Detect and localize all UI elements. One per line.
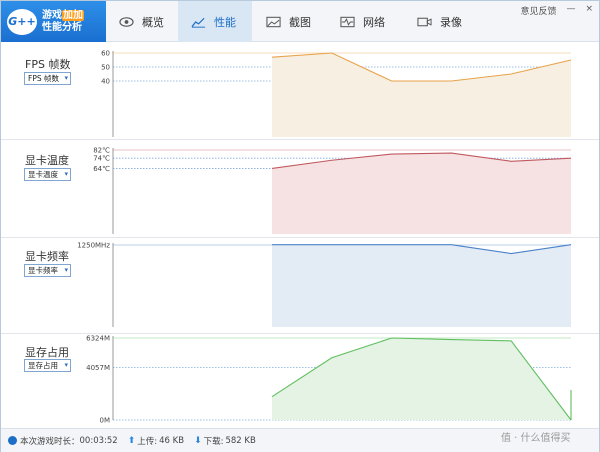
y-tick-label-3-0: 1250MHz [77,242,110,250]
area-fill-2 [272,153,571,234]
area-fill-3 [272,244,571,327]
y-tick-label-4-2: 0M [100,417,111,425]
session-time: 00:03:52 [79,435,118,446]
clock-icon [8,436,17,445]
y-tick-label-4-1: 4057M [86,364,110,372]
session-duration: 本次游戏时长： 00:03:52 [8,435,118,447]
y-tick-label-2-2: 64℃ [93,165,110,173]
upload-value: 46 KB [159,435,185,446]
charts-canvas: 60 50 40 82℃74℃ 64℃ 1250MHz 6324M 4057M 0M [77,50,572,425]
watermark: 值 · 什么值得买 [501,433,571,444]
y-tick-label-1-2: 40 [101,78,110,86]
upload-label: 上传: [137,436,158,447]
y-tick-label-4-0: 6324M [86,335,110,343]
download-label: 下载: [203,436,224,447]
download-value: 582 KB [225,435,256,446]
download-stat: ⬇ 下载: 582 KB [194,435,256,447]
area-fill-4 [272,338,571,420]
upload-arrow-icon: ⬆ [127,435,136,446]
session-label: 本次游戏时长： [20,436,80,447]
download-arrow-icon: ⬇ [194,435,202,446]
y-tick-label-2-0: 82℃ [93,147,110,155]
app-window: G++ 游戏加加 性能分析 概览 性能 截图 网络 录像 意见反馈 — × FP… [0,0,600,452]
upload-stat: ⬆ 上传: 46 KB [128,435,184,447]
y-tick-label-1-1: 50 [101,64,110,72]
area-fill-1 [272,53,571,137]
y-tick-label-2-1: 74℃ [93,155,110,163]
y-tick-label-1-0: 60 [101,50,110,58]
